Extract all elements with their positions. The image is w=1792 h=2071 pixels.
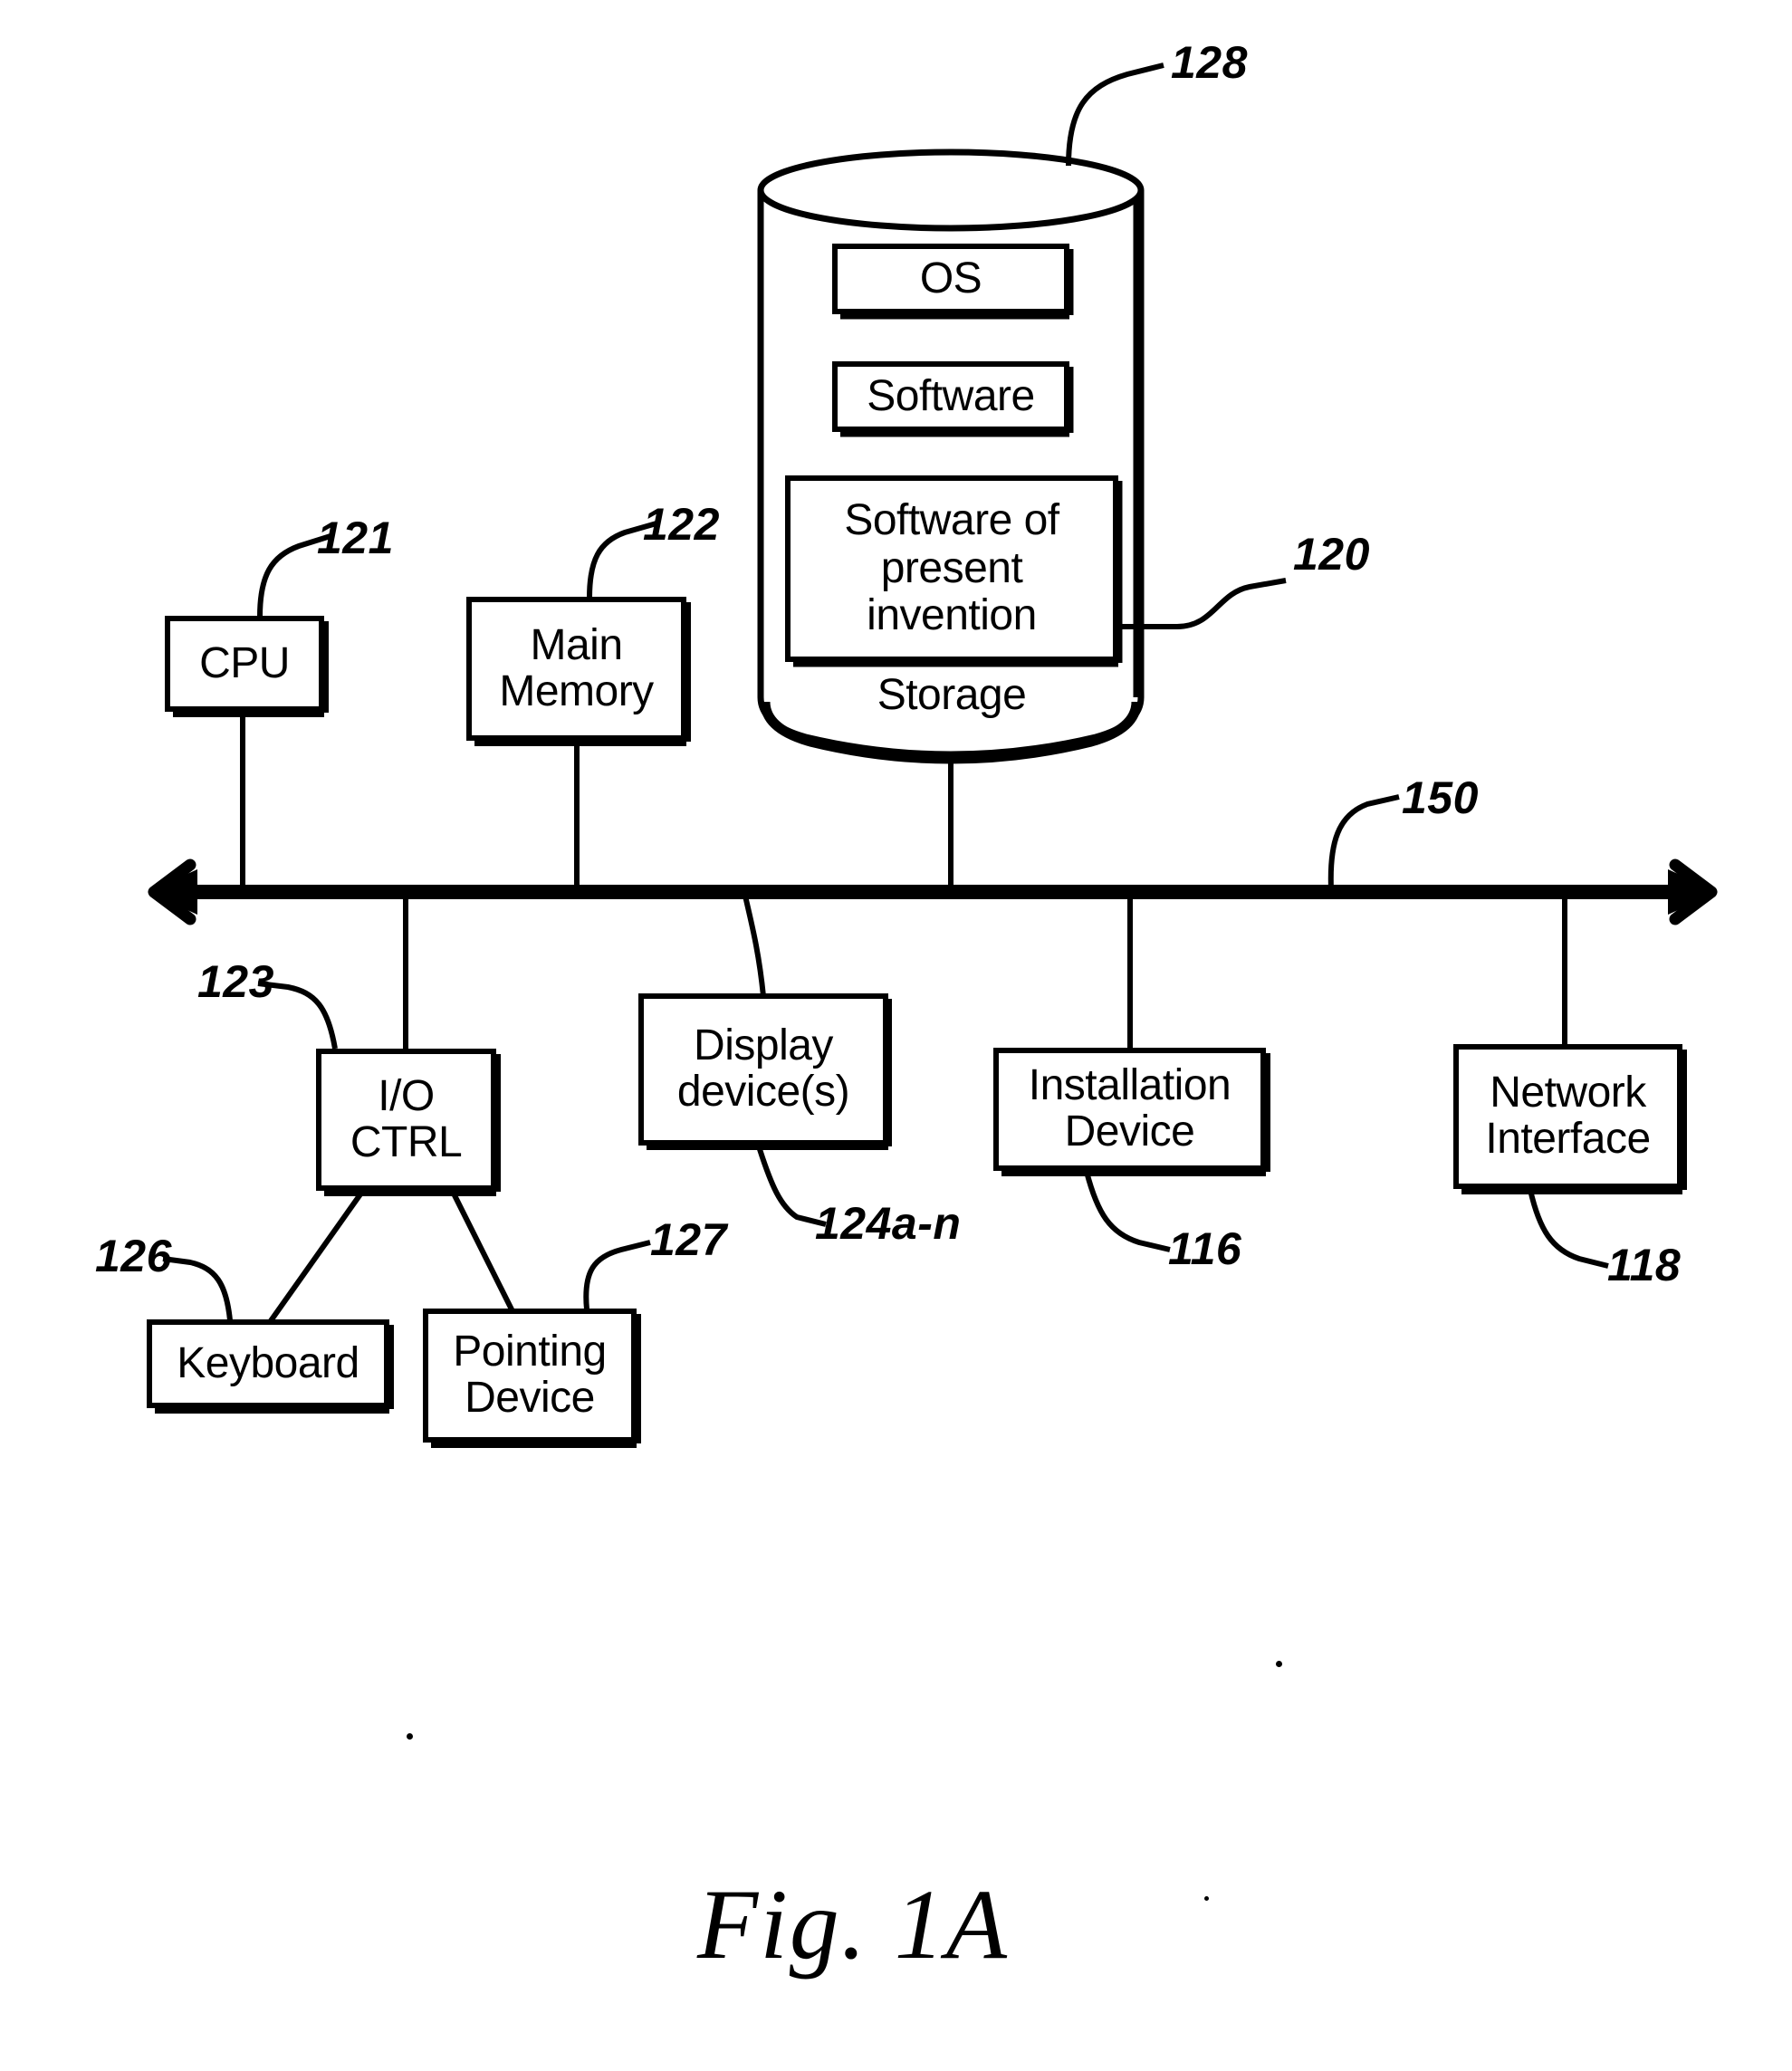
leader-118 xyxy=(1528,1189,1609,1269)
ref-numeral-116: 116 xyxy=(1168,1223,1242,1274)
ref-numeral-123: 123 xyxy=(197,956,274,1007)
leader-116 xyxy=(1084,1171,1171,1252)
ref-numeral-124an: 124a-n xyxy=(815,1198,962,1249)
installation-device-box xyxy=(993,1048,1270,1176)
ref-numeral-121: 121 xyxy=(317,513,394,563)
ref-numeral-126: 126 xyxy=(95,1231,172,1281)
main-memory-box xyxy=(466,597,691,746)
software-of-present-invention-box xyxy=(785,475,1123,667)
display-device-box xyxy=(638,993,892,1150)
ref-numeral-128: 128 xyxy=(1171,37,1248,88)
ref-numeral-118: 118 xyxy=(1607,1240,1682,1290)
pointing-device-box xyxy=(423,1309,641,1448)
diagram-linework xyxy=(147,62,1718,1448)
patent-figure-page: OS Software Software of present inventio… xyxy=(0,0,1792,2071)
leader-128 xyxy=(1066,62,1164,167)
io-ctrl-box xyxy=(316,1049,501,1196)
storage-cylinder xyxy=(757,149,1145,764)
scan-speck-3 xyxy=(1204,1896,1209,1901)
connector-io-keyboard xyxy=(267,1190,365,1324)
connector-io-pointing xyxy=(450,1190,521,1324)
scan-speck-1 xyxy=(1276,1661,1282,1667)
leader-150 xyxy=(1327,794,1400,890)
software-box xyxy=(832,361,1074,437)
ref-numeral-122: 122 xyxy=(643,499,720,550)
cpu-box xyxy=(165,616,329,717)
scan-speck-2 xyxy=(407,1733,413,1740)
network-interface-box xyxy=(1453,1044,1687,1194)
connector-display-bus xyxy=(742,891,766,997)
os-box xyxy=(832,244,1074,320)
ref-numeral-150: 150 xyxy=(1402,772,1479,823)
leader-126 xyxy=(162,1256,233,1321)
ref-numeral-120: 120 xyxy=(1293,529,1370,580)
figure-caption: Fig. 1A xyxy=(697,1869,1009,1980)
ref-numeral-127: 127 xyxy=(650,1214,727,1265)
system-bus xyxy=(148,858,1718,925)
leader-127 xyxy=(583,1240,651,1310)
keyboard-box xyxy=(147,1319,394,1414)
